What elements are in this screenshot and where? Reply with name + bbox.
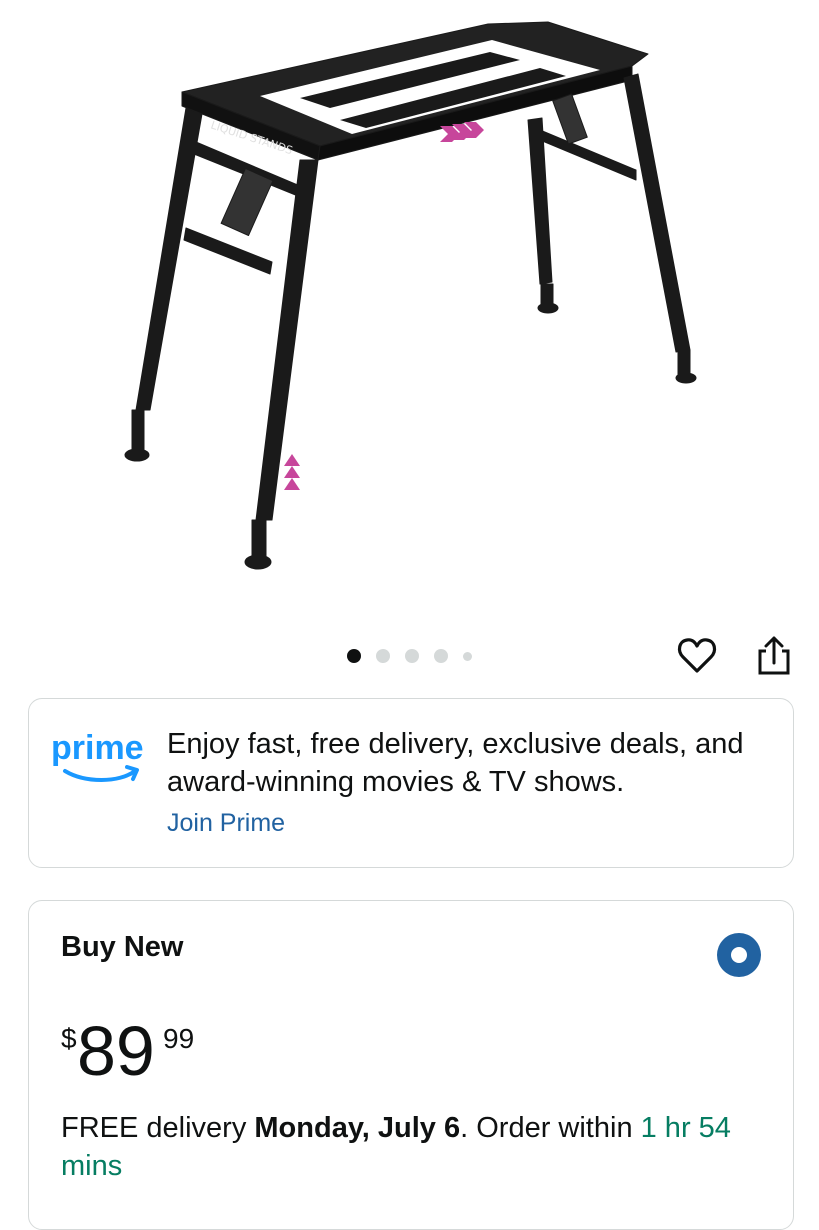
delivery-middle: . Order within xyxy=(460,1112,641,1144)
price-currency-symbol: $ xyxy=(61,1023,77,1054)
prime-promo-card: prime Enjoy fast, free delivery, exclusi… xyxy=(28,698,794,868)
carousel-dot-3[interactable] xyxy=(405,649,419,663)
buy-new-radio[interactable] xyxy=(717,933,761,977)
price-fraction: 99 xyxy=(163,1023,195,1054)
delivery-prefix: FREE delivery xyxy=(61,1112,255,1144)
join-prime-link[interactable]: Join Prime xyxy=(167,809,285,838)
prime-logo: prime xyxy=(51,729,144,782)
carousel-dot-5[interactable] xyxy=(463,651,472,661)
share-icon[interactable] xyxy=(752,633,796,677)
delivery-info: FREE delivery Monday, July 6. Order with… xyxy=(61,1109,761,1185)
price-whole: 89 xyxy=(77,1012,155,1090)
carousel-dot-2[interactable] xyxy=(376,649,390,663)
prime-logo-text: prime xyxy=(51,729,144,767)
product-image[interactable]: LIQUID STANDS xyxy=(0,0,819,630)
buy-new-card[interactable]: Buy New $ 89 99 FREE delivery Monday, Ju… xyxy=(28,900,794,1230)
delivery-date: Monday, July 6 xyxy=(254,1112,461,1144)
carousel-dot-1[interactable] xyxy=(347,649,361,663)
prime-message: Enjoy fast, free delivery, exclusive dea… xyxy=(167,728,744,798)
heart-icon[interactable] xyxy=(675,633,719,677)
carousel-dot-4[interactable] xyxy=(434,649,448,663)
buy-new-title: Buy New xyxy=(61,931,184,963)
